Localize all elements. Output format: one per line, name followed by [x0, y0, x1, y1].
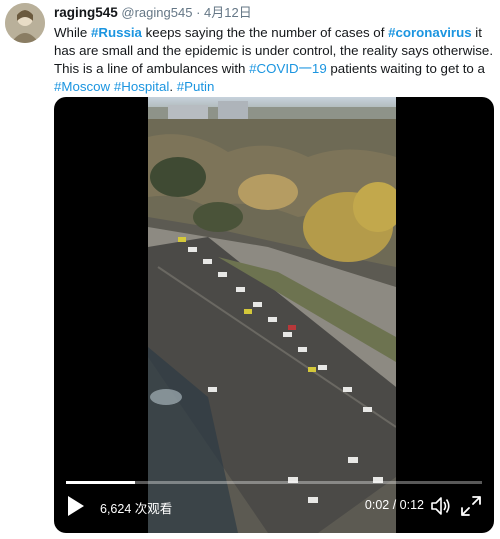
hashtag-putin[interactable]: #Putin	[177, 79, 215, 94]
hashtag-hospital[interactable]: #Hospital	[114, 79, 169, 94]
avatar-image	[5, 3, 45, 43]
video-controls: 6,624 次观看 0:02 / 0:12	[54, 481, 494, 533]
hashtag-russia[interactable]: #Russia	[91, 25, 142, 40]
progress-fill	[66, 481, 136, 484]
progress-bar[interactable]	[66, 481, 482, 484]
video-time: 0:02 / 0:12	[364, 498, 424, 512]
video-still-image	[148, 97, 396, 533]
text-segment: .	[169, 79, 177, 94]
avatar[interactable]	[5, 3, 45, 43]
text-segment: While	[54, 25, 91, 40]
separator: ·	[196, 5, 201, 20]
video-player[interactable]: 6,624 次观看 0:02 / 0:12	[54, 97, 494, 533]
play-button[interactable]	[66, 495, 86, 517]
user-handle[interactable]: @raging545	[121, 5, 192, 20]
display-name[interactable]: raging545	[54, 5, 118, 20]
tweet-date[interactable]: 4月12日	[204, 5, 252, 20]
hashtag-moscow[interactable]: #Moscow	[54, 79, 110, 94]
hashtag-covid19[interactable]: #COVID一19	[249, 61, 327, 76]
fullscreen-button[interactable]	[460, 495, 482, 517]
text-segment: patients waiting to get to a	[326, 61, 485, 76]
tweet: raging545 @raging545 · 4月12日 While #Russ…	[0, 0, 500, 539]
tweet-header: raging545 @raging545 · 4月12日	[54, 5, 252, 21]
video-frame[interactable]	[148, 97, 396, 533]
play-icon	[68, 496, 84, 516]
fullscreen-icon	[461, 496, 481, 516]
view-count: 6,624 次观看	[100, 502, 173, 516]
tweet-text: While #Russia keeps saying the the numbe…	[54, 24, 494, 96]
volume-button[interactable]	[430, 495, 452, 517]
hashtag-coronavirus[interactable]: #coronavirus	[388, 25, 472, 40]
text-segment: keeps saying the the number of cases of	[141, 25, 389, 40]
volume-icon	[431, 497, 450, 515]
